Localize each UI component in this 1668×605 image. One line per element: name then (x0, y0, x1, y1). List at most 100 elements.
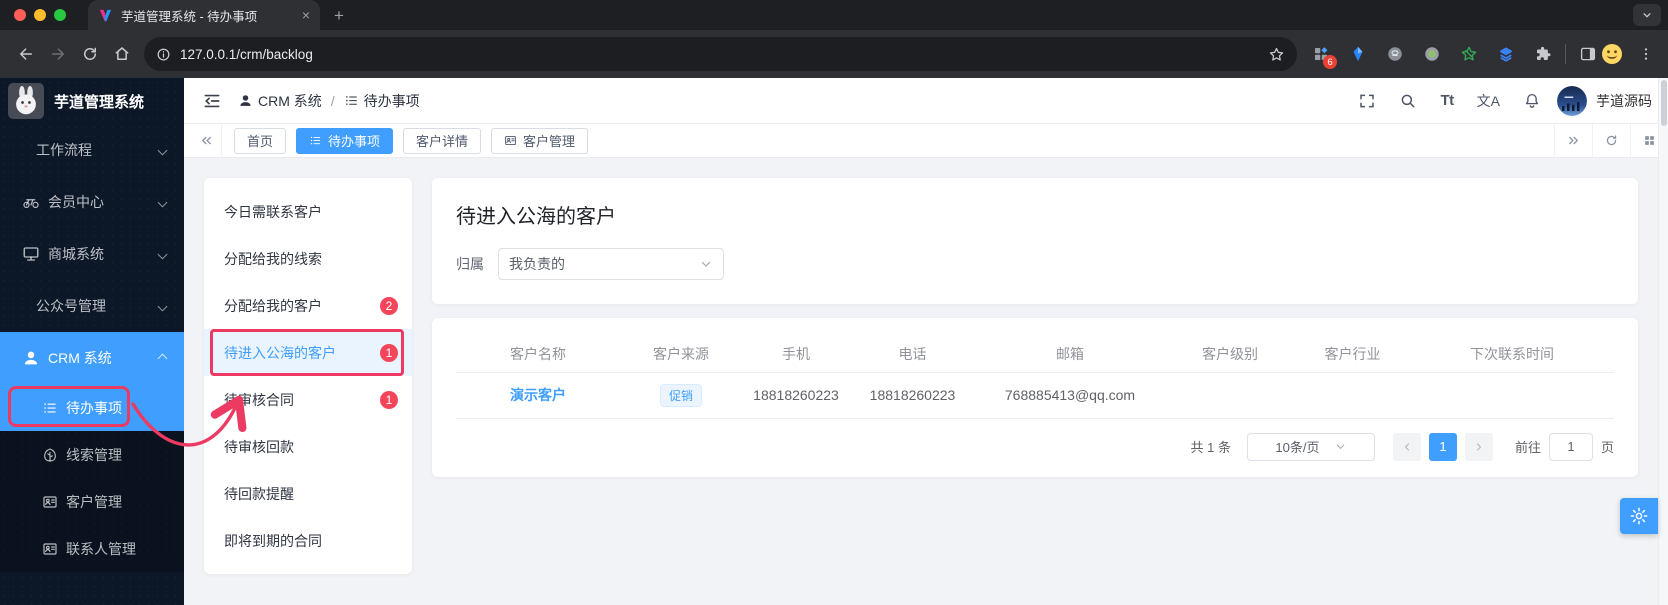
browser-tab[interactable]: 芋道管理系统 - 待办事项 × (88, 0, 320, 30)
sidebar-item[interactable]: 线索管理 (0, 431, 184, 478)
search-icon[interactable] (1399, 92, 1417, 110)
url-text[interactable]: 127.0.0.1/crm/backlog (180, 47, 1268, 62)
bookmark-star-icon[interactable] (1268, 46, 1285, 63)
owner-select[interactable]: 我负责的 (498, 248, 724, 280)
zoom-window-button[interactable] (54, 9, 66, 21)
todo-menu-item[interactable]: 待进入公海的客户 1 (204, 329, 412, 376)
sidebar-item-icon (42, 400, 58, 416)
page-tab[interactable]: 客户管理 (491, 127, 589, 154)
chevron-down-icon (699, 257, 713, 271)
todo-menu-item[interactable]: 今日需联系客户 (204, 188, 412, 235)
page-tab-icon (309, 134, 322, 147)
ext-layers-icon[interactable] (1494, 42, 1518, 66)
sidebar-item-label: CRM 系统 (48, 350, 112, 366)
font-size-icon[interactable]: Tt (1440, 92, 1454, 109)
notification-bell-icon[interactable] (1523, 92, 1541, 110)
site-info-icon[interactable] (156, 47, 171, 62)
todo-menu-item-label: 即将到期的合同 (224, 532, 322, 549)
collapse-sidebar-icon[interactable] (202, 91, 222, 111)
todo-menu-item[interactable]: 待回款提醒 (204, 470, 412, 517)
mobile-cell: 18818260223 (742, 372, 850, 419)
breadcrumb-item[interactable]: CRM 系统 (238, 91, 322, 111)
page-tabs-bar: 首页 待办事项 客户详情 客户管理 (184, 124, 1668, 158)
locale-icon[interactable]: 文A (1477, 91, 1500, 111)
table-header-cell: 客户来源 (620, 336, 742, 373)
profile-avatar-emoji[interactable] (1600, 42, 1624, 66)
home-button[interactable] (106, 38, 138, 70)
side-panel-icon[interactable] (1576, 42, 1600, 66)
minimize-window-button[interactable] (34, 9, 46, 21)
sidebar-item[interactable]: CRM 系统 (0, 332, 184, 384)
extension-icons: 6 (1309, 42, 1555, 69)
page-tab-label: 客户详情 (416, 134, 469, 149)
sidebar-item[interactable]: 客户管理 (0, 478, 184, 525)
app-header: CRM 系统 / 待办事项 Tt 文A 芋道源码 (184, 78, 1668, 124)
page-tab[interactable]: 待办事项 (296, 127, 394, 154)
sidebar-item[interactable]: 待办事项 (0, 384, 184, 431)
toolbar-divider (1565, 44, 1566, 64)
next-page-button[interactable] (1464, 432, 1493, 461)
address-bar[interactable]: 127.0.0.1/crm/backlog (144, 37, 1297, 71)
customer-name-link[interactable]: 演示客户 (510, 387, 566, 403)
chevron-icon (157, 249, 168, 259)
todo-menu-item[interactable]: 待审核合同 1 (204, 376, 412, 423)
page-tab[interactable]: 首页 (234, 127, 287, 154)
settings-gear-button[interactable] (1620, 498, 1658, 534)
tab-search-caret-button[interactable] (1633, 4, 1661, 26)
todo-menu-item[interactable]: 分配给我的线索 (204, 235, 412, 282)
sidebar-item-icon (22, 297, 28, 315)
forward-button[interactable] (42, 38, 74, 70)
ext-green-star-icon[interactable] (1457, 42, 1481, 66)
todo-menu-item-label: 分配给我的线索 (224, 250, 322, 267)
back-button[interactable] (10, 38, 42, 70)
scroll-tabs-left-icon[interactable] (192, 124, 222, 157)
extensions-puzzle-icon[interactable] (1531, 42, 1555, 66)
sidebar-item[interactable]: 公众号管理 (0, 280, 184, 332)
breadcrumb-item[interactable]: / 待办事项 (322, 91, 420, 111)
page-scrollbar[interactable] (1658, 78, 1668, 605)
current-page-button[interactable]: 1 (1428, 432, 1457, 461)
ext-kite-icon[interactable] (1346, 42, 1370, 66)
browser-menu-icon[interactable] (1634, 40, 1658, 68)
sidebar-item[interactable]: 工作流程 (0, 124, 184, 176)
ext-gray-circle-icon[interactable] (1383, 42, 1407, 66)
prev-page-button[interactable] (1392, 432, 1421, 461)
count-badge: 2 (380, 296, 398, 315)
next-contact-time-cell (1410, 372, 1614, 419)
new-tab-button[interactable]: + (334, 7, 344, 24)
close-window-button[interactable] (14, 9, 26, 21)
sidebar-item[interactable]: 会员中心 (0, 176, 184, 228)
sidebar-item[interactable]: 商城系统 (0, 228, 184, 280)
breadcrumb-label: 待办事项 (363, 92, 420, 109)
refresh-page-icon[interactable] (1592, 124, 1630, 157)
close-tab-icon[interactable]: × (302, 8, 310, 22)
todo-menu-item[interactable]: 分配给我的客户 2 (204, 282, 412, 329)
sidebar-item[interactable]: 联系人管理 (0, 525, 184, 572)
scrollbar-thumb[interactable] (1661, 80, 1667, 126)
source-tag: 促销 (659, 383, 702, 407)
sidebar-item-label: 待办事项 (66, 399, 122, 416)
goto-page-input[interactable] (1548, 432, 1593, 461)
ext-green-dot-icon[interactable] (1420, 42, 1444, 66)
phone-cell: 18818260223 (850, 372, 975, 419)
sidebar-menu: 工作流程 会员中心 商城系统 公众号管理 CRM 系统 待办事项 线索管理 客户… (0, 124, 184, 572)
ext-grid-icon[interactable]: 6 (1309, 42, 1337, 69)
fullscreen-icon[interactable] (1358, 92, 1376, 110)
page-tab-label: 首页 (247, 134, 274, 149)
page-title: 待进入公海的客户 (456, 206, 616, 228)
level-cell (1165, 372, 1295, 419)
sidebar-item-label: 联系人管理 (66, 540, 136, 557)
main-area: CRM 系统 / 待办事项 Tt 文A 芋道源码 首页 待办事项 客户详情 客户… (184, 78, 1668, 605)
reload-button[interactable] (74, 38, 106, 70)
todo-menu-panel: 今日需联系客户 分配给我的线索 分配给我的客户 2 待进入公海的客户 1 待审核… (204, 178, 412, 574)
todo-menu-item[interactable]: 待审核回款 (204, 423, 412, 470)
app-logo[interactable]: 芋道管理系统 (0, 78, 184, 124)
table-header-cell: 手机 (742, 336, 850, 373)
page-tab[interactable]: 客户详情 (403, 127, 482, 154)
sidebar-item-label: 线索管理 (66, 446, 122, 463)
user-menu[interactable]: 芋道源码 (1557, 85, 1652, 116)
scroll-tabs-right-icon[interactable] (1554, 124, 1592, 157)
page-size-select[interactable]: 10条/页 (1246, 432, 1375, 461)
todo-menu-item[interactable]: 即将到期的合同 (204, 517, 412, 564)
table-row[interactable]: 演示客户 促销 18818260223 18818260223 76888541… (456, 372, 1614, 419)
